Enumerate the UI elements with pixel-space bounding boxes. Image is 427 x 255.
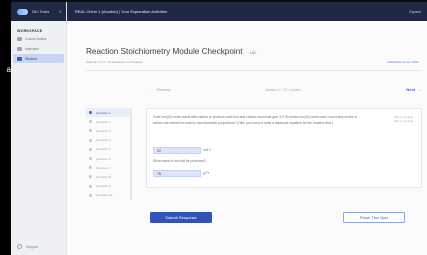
divider bbox=[86, 70, 421, 71]
sidebar-header: OLI Torus ✕ bbox=[11, 2, 66, 21]
question-list-item[interactable]: Question 2 bbox=[86, 117, 130, 126]
question-label: Question 9 bbox=[96, 184, 111, 189]
expand-button[interactable]: Expand bbox=[410, 10, 422, 14]
status-dot-icon bbox=[89, 129, 92, 133]
sidebar-item-label: Instructor bbox=[25, 46, 40, 51]
question-label: Question 2 bbox=[96, 119, 111, 124]
logo-icon bbox=[17, 8, 28, 15]
question-text: Solid iron(III) oxide reacts with carbon… bbox=[153, 115, 357, 125]
finish-quiz-button[interactable]: Finish This Quiz bbox=[343, 212, 405, 223]
question-list-item[interactable]: Question 10 bbox=[86, 191, 130, 200]
status-dot-icon bbox=[89, 138, 92, 142]
sidebar-item-label: Student bbox=[25, 56, 37, 61]
top-bar: REAL Chem 1 (Arnablo) | Your Exploration… bbox=[67, 2, 427, 21]
close-icon[interactable]: ✕ bbox=[59, 9, 62, 14]
sidebar-item-label: Course Author bbox=[25, 36, 47, 41]
question-list-item[interactable]: Question 8 bbox=[86, 172, 130, 181]
question-list-item[interactable]: Question 3 bbox=[86, 126, 130, 135]
question-label: Question 5 bbox=[96, 147, 111, 152]
teacher-icon bbox=[17, 46, 22, 51]
sidebar-item-instructor[interactable]: Instructor bbox=[13, 44, 64, 53]
answer-unit-1: mol C bbox=[203, 148, 212, 152]
question-list-item[interactable]: Question 6 bbox=[86, 154, 130, 163]
question-label: Question 1 bbox=[96, 110, 111, 115]
status-dot-icon bbox=[89, 193, 92, 197]
question-label: Question 10 bbox=[96, 193, 113, 198]
page-title: Reaction Stoichiometry Module Checkpoint bbox=[86, 47, 243, 56]
previous-button[interactable]: ← Previous bbox=[150, 88, 171, 92]
help-icon bbox=[17, 244, 22, 249]
next-label: Next bbox=[406, 87, 415, 92]
question-list-item[interactable]: Question 9 bbox=[86, 182, 130, 191]
course-title: REAL Chem 1 (Arnablo) | Your Exploration… bbox=[75, 9, 168, 14]
edge-letter: a bbox=[6, 65, 11, 74]
question-list-item[interactable]: Question 4 bbox=[86, 136, 130, 145]
question-list-item[interactable]: Question 1 bbox=[86, 108, 130, 118]
question-label: Question 4 bbox=[96, 138, 111, 143]
status-dot-icon bbox=[89, 166, 92, 170]
question-list: Question 1 Question 2 Question 3 Questio… bbox=[86, 108, 130, 200]
question-counter: Question 1 / 13 • 4 points bbox=[265, 87, 301, 92]
status-dot-icon bbox=[89, 184, 92, 188]
status-dot-icon bbox=[89, 120, 92, 124]
left-black-strip bbox=[0, 0, 11, 255]
page-badge: 182 bbox=[249, 50, 257, 55]
question-nav: ← Previous Question 1 / 13 • 4 points Ne… bbox=[150, 87, 422, 92]
question-list-item[interactable]: Question 5 bbox=[86, 145, 130, 154]
status-dot-icon bbox=[89, 157, 92, 161]
question-card: Solid iron(III) oxide reacts with carbon… bbox=[146, 108, 422, 188]
next-button[interactable]: Next → bbox=[406, 87, 422, 92]
answer-input-2[interactable]: 78 bbox=[153, 170, 201, 177]
answer-input-1[interactable]: 22 bbox=[153, 147, 201, 154]
question-list-item[interactable]: Question 7 bbox=[86, 163, 130, 172]
status-dot-icon bbox=[89, 111, 92, 115]
app-window: OLI Torus ✕ WORKSPACE Course Author Inst… bbox=[11, 2, 427, 255]
support-link[interactable]: Support bbox=[17, 244, 38, 249]
question-label: Question 3 bbox=[96, 128, 111, 133]
arrow-right-icon: → bbox=[418, 87, 422, 92]
page-title-row: Reaction Stoichiometry Module Checkpoint… bbox=[86, 47, 256, 56]
student-icon bbox=[17, 56, 22, 61]
sidebar-item-student[interactable]: Student bbox=[13, 54, 64, 63]
question-list-scrollbar[interactable] bbox=[130, 108, 132, 200]
brand-name: OLI Torus bbox=[32, 9, 50, 14]
question-label: Question 7 bbox=[96, 165, 111, 170]
previous-label: Previous bbox=[156, 87, 171, 92]
status-dot-icon bbox=[89, 147, 92, 151]
points-info: Part 1: 2 points Part 2: 2 points bbox=[394, 115, 413, 123]
sidebar-section-title: WORKSPACE bbox=[17, 29, 43, 33]
sidebar-item-course-author[interactable]: Course Author bbox=[13, 34, 64, 43]
points-line: Part 2: 2 points bbox=[394, 119, 413, 123]
hide-table-link[interactable]: Hide/Show Ignore Table bbox=[387, 60, 419, 64]
support-label: Support bbox=[26, 244, 38, 249]
submit-response-button[interactable]: Submit Response bbox=[150, 212, 212, 223]
sidebar: OLI Torus ✕ WORKSPACE Course Author Inst… bbox=[11, 2, 67, 255]
pen-icon bbox=[17, 36, 22, 41]
attempt-breadcrumb: Attempt 1 of 3 • 13 questions • In Progr… bbox=[86, 60, 143, 64]
status-dot-icon bbox=[89, 175, 92, 179]
answer-unit-2: g Fe bbox=[203, 171, 210, 175]
arrow-left-icon: ← bbox=[150, 87, 154, 92]
question-label: Question 6 bbox=[96, 156, 111, 161]
question-label: Question 8 bbox=[96, 174, 111, 179]
sub-question-text: What mass of iron will be produced? bbox=[153, 159, 207, 163]
